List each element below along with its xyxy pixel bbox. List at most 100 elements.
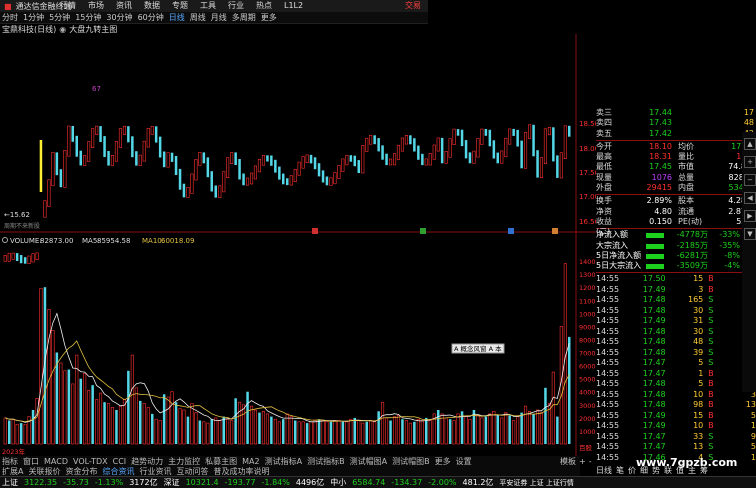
tick-time: 14:55: [596, 400, 620, 410]
flow-row[interactable]: 大宗流入 -2185万 -35%: [596, 241, 756, 251]
info-label: 流通: [678, 206, 694, 216]
ma10-value: 60018.09: [161, 237, 194, 245]
index-name[interactable]: 上证: [2, 477, 18, 488]
event-marker-icon[interactable]: [552, 228, 558, 234]
info-tab[interactable]: 行业资讯: [139, 466, 171, 477]
tick-price: 17.48: [642, 295, 666, 305]
volume-bar: [222, 416, 225, 444]
indicator-tab[interactable]: 测试帽图A: [350, 456, 387, 467]
volume-tick: 12000: [579, 284, 596, 292]
volume-bar: [134, 387, 138, 445]
indicator-tab[interactable]: 测试指标B: [307, 456, 345, 467]
tick-time: 14:55: [596, 347, 620, 357]
candlestick: [476, 138, 480, 158]
volume-bar: [265, 413, 270, 445]
volume-bar: [345, 421, 349, 445]
candlestick: [282, 173, 285, 185]
scroll-right-icon[interactable]: ▶: [744, 210, 756, 222]
tick-volume: 5: [698, 358, 704, 368]
candlestick: [297, 161, 301, 176]
event-marker-icon[interactable]: [508, 228, 514, 234]
flow-value: -3509万: [676, 261, 708, 271]
indicator-tab[interactable]: 测试帽图B: [392, 456, 430, 467]
tick-row: 14:5517.4931S7: [596, 316, 756, 327]
scroll-left-icon[interactable]: ◀: [744, 192, 756, 204]
volume-bar: [63, 370, 67, 445]
flow-row[interactable]: 5日净流入额 -6281万 -8%: [596, 251, 756, 261]
indicator-tab[interactable]: 设置: [456, 456, 472, 467]
candlestick: [556, 155, 559, 178]
event-marker-icon[interactable]: [420, 228, 426, 234]
info-tab[interactable]: 关联报价: [28, 466, 60, 477]
candlestick: [488, 129, 492, 147]
candlestick: [91, 128, 95, 149]
tick-row: 14:5517.4830S5: [596, 327, 756, 338]
volume-bar: [544, 387, 547, 444]
candlestick: [178, 168, 182, 190]
candlestick: [146, 128, 150, 148]
indicator-tab[interactable]: MA2: [242, 457, 259, 466]
volume-tick: 5000: [579, 376, 596, 384]
ask-row[interactable]: 卖五17.4242: [596, 129, 756, 139]
volume-bar: [456, 413, 460, 445]
indicator-tab[interactable]: VOL-TDX: [73, 457, 108, 466]
scroll-up-icon[interactable]: ▲: [744, 138, 756, 150]
info-tab[interactable]: 资金分布: [65, 466, 97, 477]
panel-tab[interactable]: 日线: [596, 465, 612, 476]
candlestick: [270, 155, 273, 166]
candlestick: [210, 171, 213, 192]
tick-row: 14:55 17.49 15 B 5: [596, 411, 756, 422]
chart-area[interactable]: 18.50 18.00 17.50 17.00 16.50 ←15.62 周期不…: [0, 0, 596, 456]
template-add-button[interactable]: +: [579, 457, 586, 466]
index-name[interactable]: 深证: [164, 477, 180, 488]
ask-row[interactable]: 卖四 17.43 48: [596, 118, 756, 128]
candlestick: [373, 135, 376, 145]
volume-bar: [253, 409, 257, 445]
index-change: -134.37: [391, 478, 423, 487]
candlestick: [552, 127, 555, 162]
indicator-tab[interactable]: 更多: [435, 456, 451, 467]
ask-row[interactable]: 卖三 17.44 17: [596, 108, 756, 118]
volume-bar: [556, 416, 559, 444]
info-tab[interactable]: 扩展A: [2, 466, 23, 477]
tick-list[interactable]: 14:5517.5015B114:5517.493B214:5517.48165…: [596, 274, 756, 463]
candlestick: [341, 158, 345, 172]
candlestick: [523, 132, 528, 169]
zoom-out-icon[interactable]: −: [744, 174, 756, 186]
candlestick: [527, 124, 532, 139]
index-pct: -1.84%: [261, 478, 290, 487]
volume-bar: [174, 402, 178, 444]
candlestick: [440, 137, 444, 164]
indicator-tab[interactable]: CCI: [113, 457, 127, 466]
index-pct: -2.00%: [428, 478, 457, 487]
scroll-down-icon[interactable]: ▼: [744, 228, 756, 240]
tick-price: 17.48: [642, 305, 666, 315]
volume-settings-icon[interactable]: [2, 237, 8, 243]
tick-price: 17.48: [642, 400, 666, 410]
volume-bar: [289, 416, 293, 445]
event-marker-icon[interactable]: [312, 228, 318, 234]
indicator-tab[interactable]: MACD: [44, 457, 68, 466]
flow-row[interactable]: 5日大宗流入 -3509万 -4%: [596, 261, 756, 271]
candlestick: [226, 157, 230, 178]
indicator-tab[interactable]: 测试指标A: [265, 456, 302, 467]
index-name[interactable]: 中小: [330, 477, 346, 488]
tick-volume: 33: [693, 431, 704, 441]
info-tab[interactable]: 综合资讯: [102, 466, 134, 477]
candlestick: [357, 160, 360, 173]
template-button[interactable]: 模板: [560, 456, 576, 467]
volume-bar: [373, 421, 377, 445]
info-tab[interactable]: 互动问答: [176, 466, 208, 477]
tick-time: 14:55: [596, 274, 620, 284]
volume-bar: [305, 423, 309, 444]
volume-bar: [337, 420, 341, 445]
flow-row[interactable]: 净流入额 -4778万 -33%: [596, 230, 756, 240]
info-tab[interactable]: 普及成功率说明: [213, 466, 269, 477]
panel-tab[interactable]: 价: [628, 465, 636, 476]
template-remove-button[interactable]: -: [589, 457, 592, 466]
broker-info[interactable]: 平安证券 上证 上证行情: [499, 478, 573, 488]
panel-tab[interactable]: 笔: [616, 465, 624, 476]
zoom-in-icon[interactable]: +: [744, 156, 756, 168]
candlestick: [59, 169, 63, 188]
tick-time: 14:55: [596, 421, 620, 431]
